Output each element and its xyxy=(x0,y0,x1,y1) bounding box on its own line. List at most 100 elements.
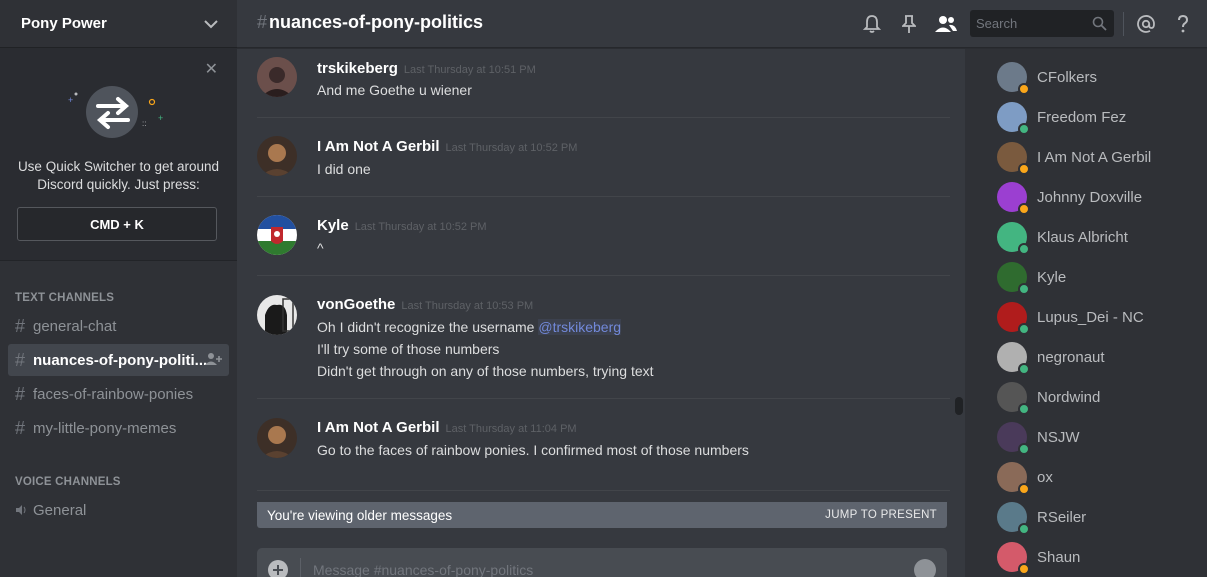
text-channels-category[interactable]: TEXT CHANNELS xyxy=(15,292,114,304)
hash-icon: # xyxy=(15,383,26,404)
search-icon[interactable] xyxy=(1092,16,1107,34)
channel-name: faces-of-rainbow-ponies xyxy=(33,385,194,403)
voice-channel-general[interactable]: General xyxy=(8,494,229,526)
avatar xyxy=(997,142,1030,175)
at-icon[interactable] xyxy=(1134,12,1158,36)
status-online-icon xyxy=(1018,403,1030,415)
member-name: Freedom Fez xyxy=(1037,108,1127,126)
emoji-icon[interactable] xyxy=(914,559,936,577)
avatar xyxy=(997,102,1030,135)
member-item[interactable]: Kyle xyxy=(997,259,1197,295)
avatar[interactable] xyxy=(257,136,297,176)
message-author[interactable]: vonGoethe Last Thursday at 10:53 PM xyxy=(317,296,533,313)
channel-name: general-chat xyxy=(33,317,117,335)
voice-channels-category[interactable]: VOICE CHANNELS xyxy=(15,476,121,488)
messages-list[interactable]: trskikeberg Last Thursday at 10:51 PM And… xyxy=(237,49,965,528)
member-item[interactable]: RSeiler xyxy=(997,499,1197,535)
message-text: Oh I didn't recognize the username @trsk… xyxy=(317,319,622,335)
message-timestamp: Last Thursday at 10:52 PM xyxy=(445,142,578,154)
avatar xyxy=(997,62,1030,95)
messages-scrollbar[interactable] xyxy=(955,397,963,415)
quick-switcher-icon: + + :: xyxy=(68,86,163,138)
avatar xyxy=(997,462,1030,495)
status-online-icon xyxy=(1018,323,1030,335)
message-text: And me Goethe u wiener xyxy=(317,82,472,98)
member-name: RSeiler xyxy=(1037,508,1087,526)
member-item[interactable]: Lupus_Dei - NC xyxy=(997,299,1197,335)
channel-general-chat[interactable]: # general-chat xyxy=(8,310,229,342)
avatar[interactable] xyxy=(257,215,297,255)
composer-divider xyxy=(300,558,301,577)
member-item[interactable]: Klaus Albricht xyxy=(997,219,1197,255)
pin-icon[interactable] xyxy=(897,12,921,36)
avatar[interactable] xyxy=(257,295,297,335)
hash-icon: # xyxy=(15,349,26,370)
older-messages-bar: You're viewing older messages JUMP TO PR… xyxy=(257,502,947,528)
message-author[interactable]: Kyle Last Thursday at 10:52 PM xyxy=(317,217,487,234)
member-item[interactable]: CFolkers xyxy=(997,59,1197,95)
avatar xyxy=(997,542,1030,575)
member-name: Lupus_Dei - NC xyxy=(1037,308,1144,326)
channel-nuances-of-pony-politics[interactable]: # nuances-of-pony-politi... xyxy=(8,344,229,376)
member-item[interactable]: I Am Not A Gerbil xyxy=(997,139,1197,175)
message-divider xyxy=(257,490,950,491)
svg-text:::: :: xyxy=(142,119,146,128)
member-item[interactable]: Johnny Doxville xyxy=(997,179,1197,215)
search-input[interactable]: Search xyxy=(970,10,1114,37)
server-name: Pony Power xyxy=(21,15,107,32)
older-messages-text: You're viewing older messages xyxy=(267,507,453,523)
status-online-icon xyxy=(1018,523,1030,535)
avatar[interactable] xyxy=(257,418,297,458)
member-item[interactable]: NSJW xyxy=(997,419,1197,455)
hash-icon: # xyxy=(15,315,26,336)
user-mention[interactable]: @trskikeberg xyxy=(538,319,622,335)
close-icon[interactable]: ✕ xyxy=(205,62,218,78)
status-idle-icon xyxy=(1018,563,1030,575)
avatar xyxy=(997,222,1030,255)
message-author[interactable]: trskikeberg Last Thursday at 10:51 PM xyxy=(317,60,536,77)
upload-plus-icon[interactable] xyxy=(268,560,288,577)
channel-name: nuances-of-pony-politi... xyxy=(33,351,208,369)
add-user-icon[interactable] xyxy=(205,352,223,370)
members-icon[interactable] xyxy=(934,12,958,36)
avatar xyxy=(997,422,1030,455)
message-composer[interactable]: Message #nuances-of-pony-politics xyxy=(257,548,947,577)
chat-header: # nuances-of-pony-politics Search xyxy=(237,0,1207,48)
avatar xyxy=(997,502,1030,535)
member-item[interactable]: negronaut xyxy=(997,339,1197,375)
status-online-icon xyxy=(1018,443,1030,455)
jump-to-present-button[interactable]: JUMP TO PRESENT xyxy=(825,509,937,521)
member-item[interactable]: ox xyxy=(997,459,1197,495)
avatar xyxy=(997,182,1030,215)
help-icon[interactable] xyxy=(1171,12,1195,36)
server-header[interactable]: Pony Power xyxy=(0,0,237,48)
avatar[interactable] xyxy=(257,57,297,97)
message-author[interactable]: I Am Not A Gerbil Last Thursday at 11:04 … xyxy=(317,419,577,436)
status-online-icon xyxy=(1018,283,1030,295)
message-timestamp: Last Thursday at 10:51 PM xyxy=(403,64,536,76)
member-name: ox xyxy=(1037,468,1053,486)
message-input[interactable]: Message #nuances-of-pony-politics xyxy=(313,562,533,577)
chevron-down-icon[interactable] xyxy=(201,14,221,34)
channel-faces-of-rainbow-ponies[interactable]: # faces-of-rainbow-ponies xyxy=(8,378,229,410)
message-text: Didn't get through on any of those numbe… xyxy=(317,363,654,379)
quick-switcher-button[interactable]: CMD + K xyxy=(17,207,217,241)
message-author[interactable]: I Am Not A Gerbil Last Thursday at 10:52 … xyxy=(317,138,577,155)
message-text: I did one xyxy=(317,161,371,177)
svg-text:+: + xyxy=(68,95,73,105)
message-divider xyxy=(257,398,950,399)
avatar xyxy=(997,262,1030,295)
avatar xyxy=(997,302,1030,335)
bell-icon[interactable] xyxy=(860,12,884,36)
status-idle-icon xyxy=(1018,203,1030,215)
member-item[interactable]: Freedom Fez xyxy=(997,99,1197,135)
channel-my-little-pony-memes[interactable]: # my-little-pony-memes xyxy=(8,412,229,444)
member-name: Kyle xyxy=(1037,268,1067,286)
status-online-icon xyxy=(1018,243,1030,255)
member-item[interactable]: Shaun xyxy=(997,539,1197,575)
member-name: Johnny Doxville xyxy=(1037,188,1143,206)
message-timestamp: Last Thursday at 11:04 PM xyxy=(445,423,577,435)
member-name: Nordwind xyxy=(1037,388,1101,406)
member-item[interactable]: Nordwind xyxy=(997,379,1197,415)
search-placeholder: Search xyxy=(976,16,1018,31)
